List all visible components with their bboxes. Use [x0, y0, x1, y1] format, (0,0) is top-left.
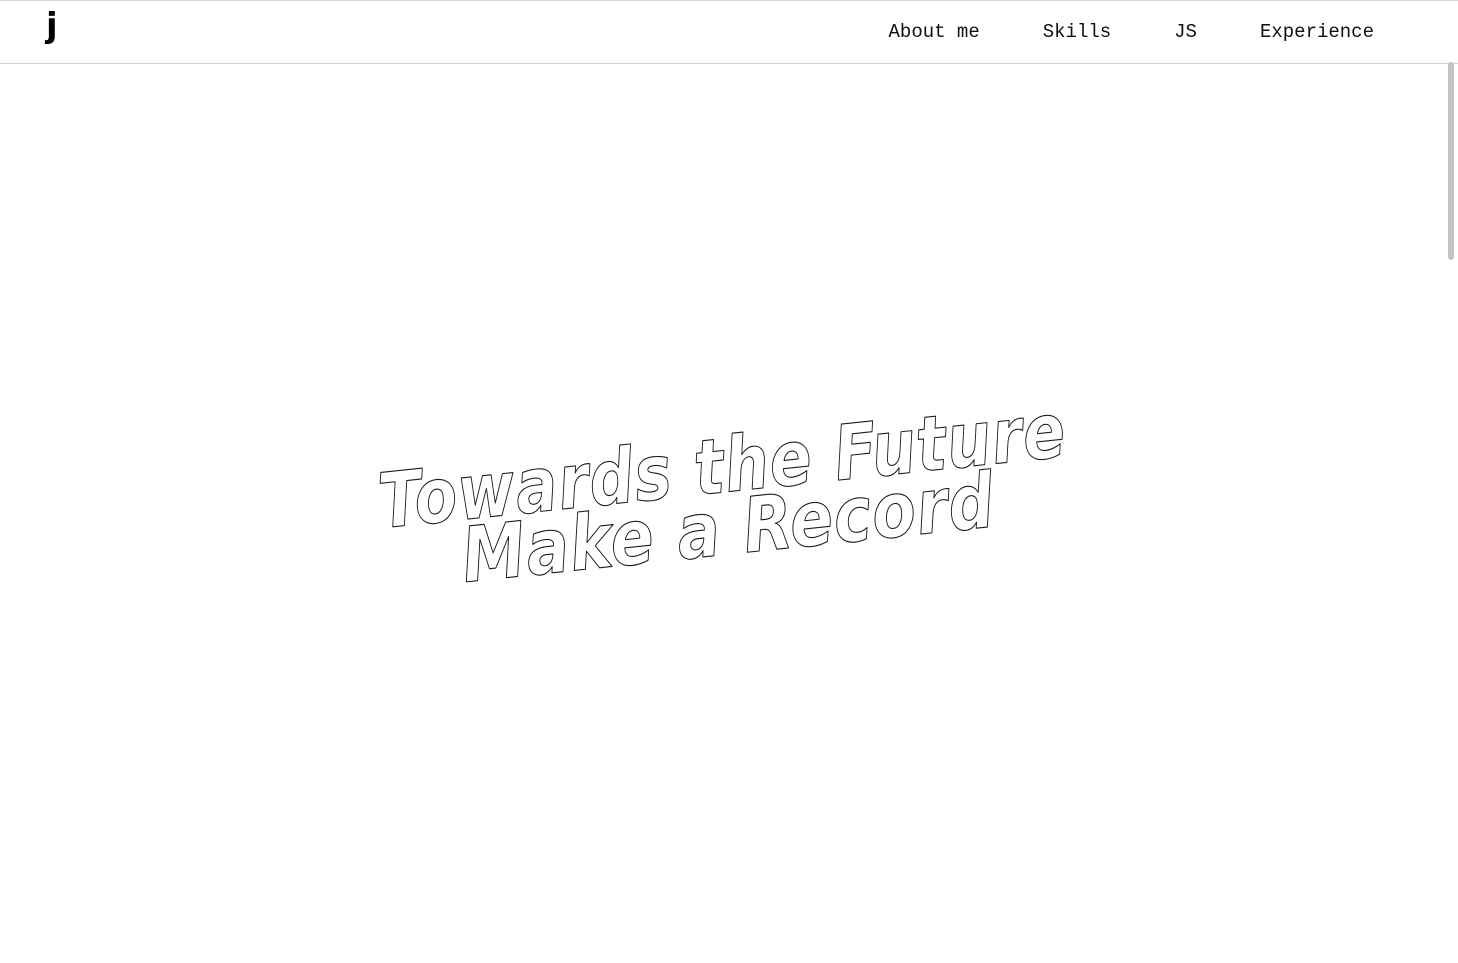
main-nav: About me Skills JS Experience [889, 20, 1374, 44]
page-scrollbar[interactable] [1444, 62, 1458, 963]
site-header: j About me Skills JS Experience [0, 1, 1458, 64]
nav-link-about-me[interactable]: About me [889, 20, 980, 44]
hero-headline: Towards the Future Make a Record [374, 385, 1071, 601]
hero-section: Towards the Future Make a Record [0, 64, 1444, 963]
site-logo[interactable]: j [46, 9, 58, 43]
scrollbar-thumb[interactable] [1448, 62, 1454, 260]
nav-link-skills[interactable]: Skills [1043, 20, 1111, 44]
nav-link-experience[interactable]: Experience [1260, 20, 1374, 44]
nav-link-js[interactable]: JS [1174, 20, 1197, 44]
